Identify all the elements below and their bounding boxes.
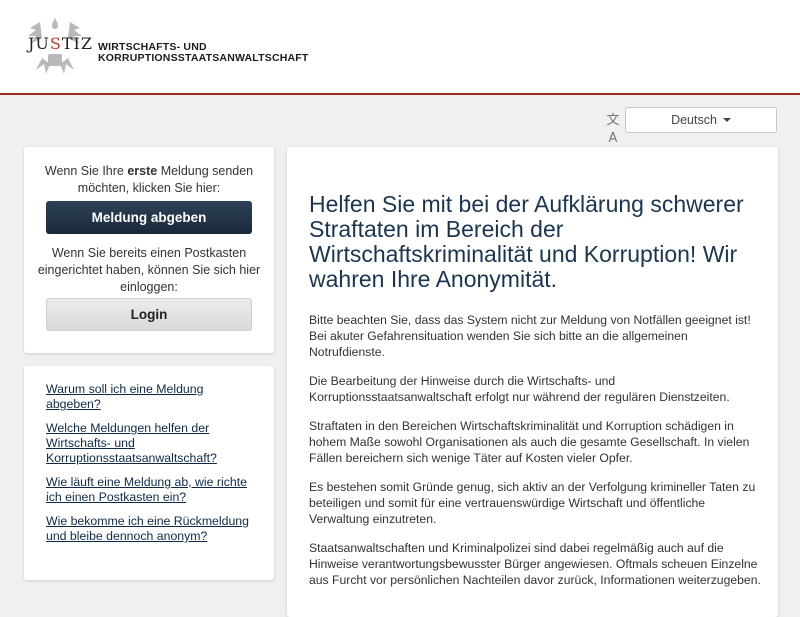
faq-link-how-it-works[interactable]: Wie läuft eine Meldung ab, wie richte ic…: [46, 475, 261, 505]
submit-report-button[interactable]: Meldung abgeben: [46, 201, 252, 234]
paragraph-reasons: Es bestehen somit Gründe genug, sich akt…: [309, 480, 756, 526]
main-content: Helfen Sie mit bei der Aufklärung schwer…: [309, 192, 764, 601]
logo-wordmark: JUSTIZ: [28, 34, 93, 53]
paragraph-damage: Straftaten in den Bereichen Wirtschaftsk…: [309, 419, 750, 465]
main-content-card: Helfen Sie mit bei der Aufklärung schwer…: [287, 147, 778, 617]
paragraph-processing-hours: Die Bearbeitung der Hinweise durch die W…: [309, 374, 730, 404]
org-name-line-2: KORRUPTIONSSTAATSANWALTSCHAFT: [98, 52, 309, 64]
translate-icon: 文A: [606, 113, 620, 146]
login-button[interactable]: Login: [46, 298, 252, 331]
language-select[interactable]: Deutsch: [625, 107, 777, 133]
login-card: Wenn Sie Ihre erste Meldung senden möcht…: [24, 147, 274, 353]
language-selected-label: Deutsch: [671, 113, 717, 127]
justiz-logo[interactable]: JUSTIZ: [22, 14, 92, 78]
first-report-intro: Wenn Sie Ihre erste Meldung senden möcht…: [44, 164, 254, 195]
faq-card: Warum soll ich eine Meldung abgeben? Wel…: [24, 366, 274, 580]
organization-name: WIRTSCHAFTS- UND KORRUPTIONSSTAATSANWALT…: [98, 42, 309, 64]
faq-link-which-reports[interactable]: Welche Meldungen helfen der Wirtschafts-…: [46, 421, 261, 466]
faq-link-why-report[interactable]: Warum soll ich eine Meldung abgeben?: [46, 382, 261, 412]
faq-link-feedback-anonymous[interactable]: Wie bekomme ich eine Rückmeldung und ble…: [46, 514, 261, 544]
page-headline: Helfen Sie mit bei der Aufklärung schwer…: [309, 191, 744, 292]
paragraph-citizen-tips: Staatsanwaltschaften und Kriminalpolizei…: [309, 541, 761, 587]
faq-list: Warum soll ich eine Meldung abgeben? Wel…: [46, 382, 261, 553]
chevron-down-icon: [722, 118, 731, 122]
site-header: JUSTIZ WIRTSCHAFTS- UND KORRUPTIONSSTAAT…: [0, 0, 800, 95]
existing-mailbox-text: Wenn Sie bereits einen Postkasten einger…: [37, 246, 261, 294]
paragraph-emergency-notice: Bitte beachten Sie, dass das System nich…: [309, 313, 751, 359]
